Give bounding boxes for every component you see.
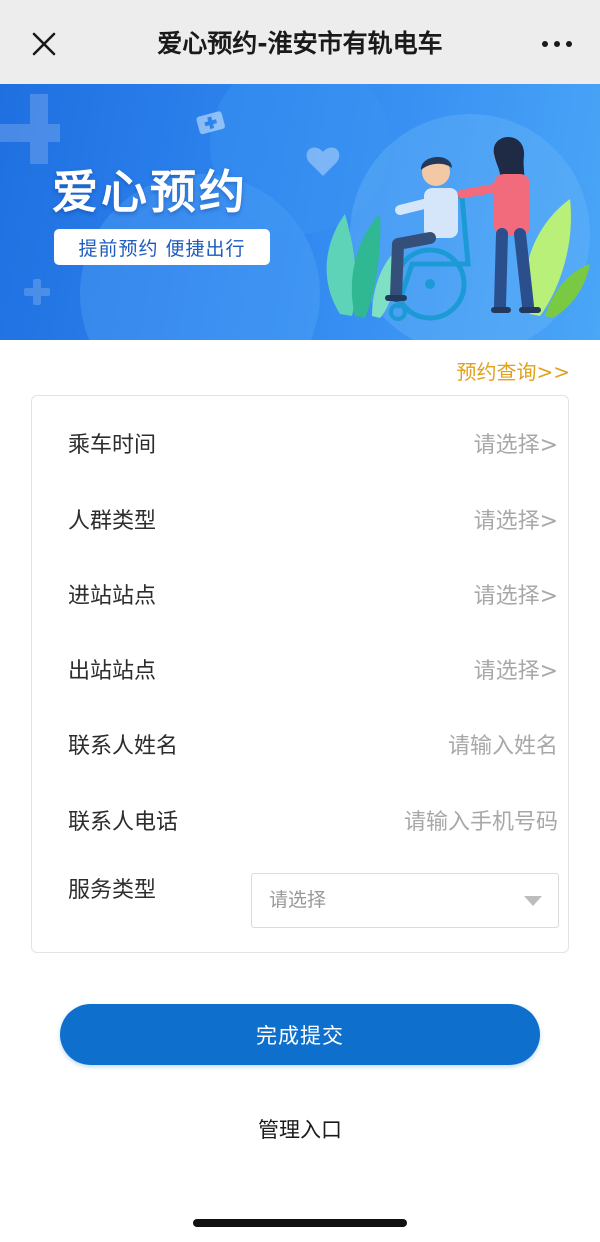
service-type-label: 服务类型 bbox=[68, 878, 157, 903]
contact-phone-input[interactable]: 请输入手机号码 bbox=[404, 798, 558, 848]
passenger-type-select[interactable]: 请选择> bbox=[474, 497, 558, 547]
passenger-type-label: 人群类型 bbox=[68, 509, 157, 534]
chevron-down-icon bbox=[524, 896, 542, 906]
entry-station-label: 进站站点 bbox=[68, 584, 157, 609]
ride-time-row[interactable]: 乘车时间 请选择> bbox=[32, 421, 570, 471]
ride-time-select[interactable]: 请选择> bbox=[474, 421, 558, 471]
exit-station-select[interactable]: 请选择> bbox=[474, 647, 558, 697]
home-indicator bbox=[193, 1219, 407, 1227]
banner-title: 爱心预约 bbox=[52, 165, 248, 219]
top-navbar: 爱心预约-淮安市有轨电车 bbox=[0, 0, 600, 84]
more-dots-icon[interactable] bbox=[534, 24, 580, 64]
banner-tagline: 提前预约 便捷出行 bbox=[54, 229, 270, 265]
contact-name-row: 联系人姓名 请输入姓名 bbox=[32, 722, 570, 772]
ride-time-label: 乘车时间 bbox=[68, 433, 157, 458]
admin-entry-link[interactable]: 管理入口 bbox=[0, 1114, 600, 1144]
close-icon[interactable] bbox=[24, 24, 64, 64]
reservation-form: 乘车时间 请选择> 人群类型 请选择> 进站站点 请选择> 出站站点 请选择> … bbox=[31, 395, 569, 953]
contact-name-label: 联系人姓名 bbox=[68, 734, 179, 759]
contact-phone-label: 联系人电话 bbox=[68, 810, 179, 835]
reservation-query-link[interactable]: 预约查询>> bbox=[456, 356, 570, 385]
service-type-selected: 请选择 bbox=[269, 889, 327, 911]
contact-phone-row: 联系人电话 请输入手机号码 bbox=[32, 798, 570, 848]
app-page: 爱心预约-淮安市有轨电车 爱心预约 提前预约 便捷出行 预约查询>> 乘车时间 … bbox=[0, 0, 600, 1242]
submit-button[interactable]: 完成提交 bbox=[60, 1004, 540, 1065]
service-type-dropdown[interactable]: 请选择 bbox=[251, 873, 559, 928]
hero-banner: 爱心预约 提前预约 便捷出行 bbox=[0, 84, 600, 340]
contact-name-input[interactable]: 请输入姓名 bbox=[448, 722, 558, 772]
entry-station-row[interactable]: 进站站点 请选择> bbox=[32, 572, 570, 622]
entry-station-select[interactable]: 请选择> bbox=[474, 572, 558, 622]
exit-station-label: 出站站点 bbox=[68, 659, 157, 684]
exit-station-row[interactable]: 出站站点 请选择> bbox=[32, 647, 570, 697]
page-title: 爱心预约-淮安市有轨电车 bbox=[157, 29, 443, 58]
passenger-type-row[interactable]: 人群类型 请选择> bbox=[32, 497, 570, 547]
